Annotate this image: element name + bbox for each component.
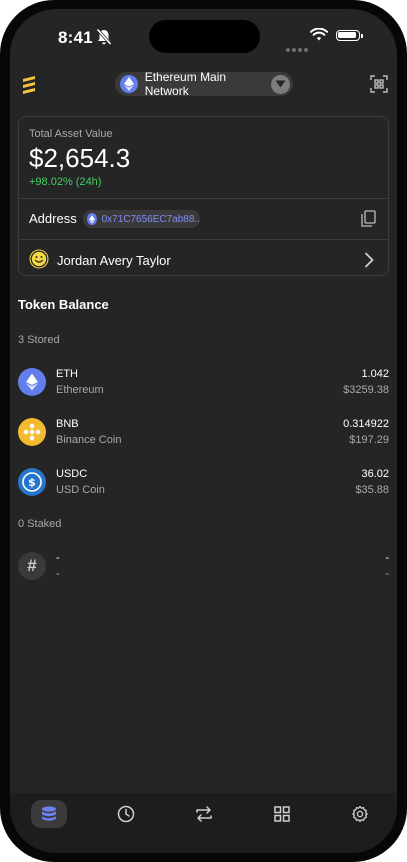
token-symbol: ETH: [56, 368, 78, 380]
token-amount: 36.02: [361, 468, 389, 480]
chevron-right-icon[interactable]: [364, 252, 374, 268]
wallet-card: Total Asset Value $2,654.3 +98.02% (24h)…: [18, 116, 389, 276]
token-name: Ethereum: [56, 384, 104, 396]
apps-tab[interactable]: [264, 800, 300, 828]
token-amount: 0.314922: [343, 418, 389, 430]
status-bar: 8:41: [10, 9, 397, 61]
section-title: Token Balance: [18, 297, 109, 312]
qr-scan-icon[interactable]: [370, 75, 388, 93]
token-name: Binance Coin: [56, 434, 122, 446]
address-label: Address: [29, 211, 77, 226]
token-row-usdc[interactable]: $ USDC USD Coin 36.02 $35.88: [18, 468, 389, 500]
asset-change: +98.02% (24h): [29, 176, 102, 188]
stored-count: 3 Stored: [18, 334, 60, 346]
token-row-eth[interactable]: ETH Ethereum 1.042 $3259.38: [18, 368, 389, 400]
svg-text:$: $: [28, 476, 36, 489]
swap-tab[interactable]: [186, 800, 222, 828]
swap-arrows-icon: [196, 806, 212, 822]
token-name: USD Coin: [56, 484, 105, 496]
chevron-down-icon: [271, 74, 290, 94]
binance-icon: [18, 418, 46, 446]
token-name: -: [56, 568, 60, 580]
copy-icon[interactable]: [361, 210, 376, 227]
usdc-icon: $: [18, 468, 46, 496]
address-value: 0x71C7656EC7ab88..: [101, 213, 200, 225]
divider: [19, 239, 388, 240]
address-chip[interactable]: 0x71C7656EC7ab88..: [83, 210, 200, 228]
network-selector[interactable]: Ethereum Main Network: [115, 70, 293, 98]
grid-icon: [274, 806, 290, 822]
token-usd-value: -: [385, 568, 389, 580]
hash-icon: #: [18, 552, 46, 580]
token-symbol: BNB: [56, 418, 79, 430]
ethereum-icon: [87, 213, 97, 225]
token-row-bnb[interactable]: BNB Binance Coin 0.314922 $197.29: [18, 418, 389, 450]
token-symbol: USDC: [56, 468, 88, 480]
tab-bar: [10, 793, 397, 853]
assets-tab[interactable]: [31, 800, 67, 828]
staked-count: 0 Staked: [18, 518, 62, 530]
status-time: 8:41: [58, 28, 93, 47]
phone-frame: 8:41 Ethereum Main Network Total Asset V…: [0, 0, 407, 862]
database-icon: [42, 806, 56, 821]
clock-icon: [117, 805, 135, 823]
token-usd-value: $3259.38: [343, 384, 389, 396]
token-usd-value: $197.29: [349, 434, 389, 446]
asset-label: Total Asset Value: [29, 128, 113, 140]
app-screen: 8:41 Ethereum Main Network Total Asset V…: [10, 9, 397, 853]
battery-icon: [336, 30, 363, 41]
dynamic-island: [149, 20, 260, 53]
settings-tab[interactable]: [342, 800, 378, 828]
smiley-avatar-icon: [29, 249, 49, 269]
token-usd-value: $35.88: [355, 484, 389, 496]
token-amount: 1.042: [361, 368, 389, 380]
signal-icon: [286, 39, 310, 57]
network-label: Ethereum Main Network: [144, 70, 227, 98]
ethereum-icon: [120, 75, 138, 93]
app-logo-icon[interactable]: [18, 73, 40, 95]
ethereum-icon: [18, 368, 46, 396]
token-symbol: -: [56, 552, 60, 564]
wifi-icon: [310, 28, 328, 41]
gear-icon: [352, 805, 368, 823]
divider: [19, 198, 388, 199]
token-amount: -: [385, 552, 389, 564]
bell-muted-icon: [96, 28, 112, 46]
history-tab[interactable]: [108, 800, 144, 828]
token-row-staked[interactable]: # - - - -: [18, 552, 389, 584]
asset-value: $2,654.3: [29, 143, 131, 173]
user-name[interactable]: Jordan Avery Taylor: [57, 253, 171, 268]
